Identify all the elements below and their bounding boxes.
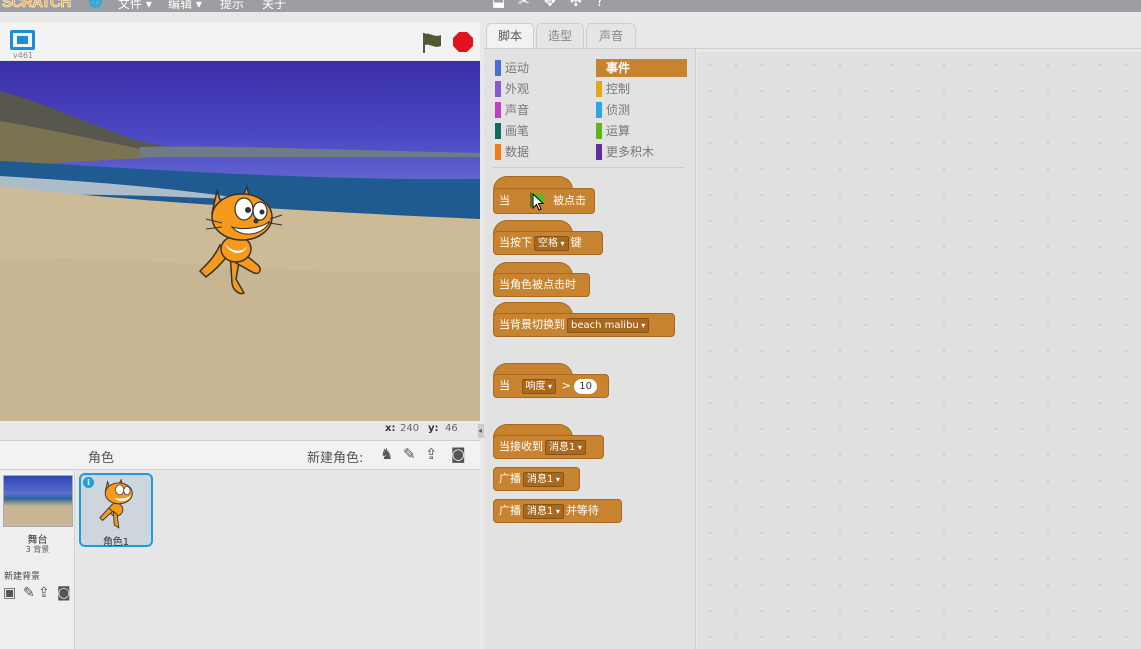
block-text: 广播 bbox=[499, 472, 521, 485]
more-blocks-color-bar bbox=[596, 144, 602, 160]
when-receive-block[interactable]: 当接收到 消息1 bbox=[493, 435, 604, 459]
camera-backdrop-icon[interactable]: ◙ bbox=[57, 585, 71, 601]
tab-sounds[interactable]: 声音 bbox=[586, 23, 636, 49]
block-text: 被点击 bbox=[553, 194, 586, 207]
mouse-cursor-icon bbox=[532, 193, 545, 211]
tab-costumes[interactable]: 造型 bbox=[536, 23, 584, 49]
stamp-icon[interactable]: ⬓ bbox=[492, 0, 505, 10]
y-value: 46 bbox=[445, 423, 458, 434]
when-backdrop-switches-block[interactable]: 当背景切换到 beach malibu bbox=[493, 313, 675, 337]
category-sound[interactable]: 声音 bbox=[495, 101, 585, 119]
mouse-coordinates: x: 240 y: 46 bbox=[360, 423, 480, 438]
scripts-area[interactable] bbox=[697, 52, 1141, 649]
sensing-color-bar bbox=[596, 102, 602, 118]
when-sensor-greater-block[interactable]: 当 响度 > 10 bbox=[493, 374, 609, 398]
menu-tips[interactable]: 提示 bbox=[220, 0, 244, 12]
cat-sprite-thumb bbox=[99, 478, 133, 529]
menu-file[interactable]: 文件 ▾ bbox=[118, 0, 152, 12]
broadcast-message-dropdown[interactable]: 消息1 bbox=[523, 471, 564, 487]
menu-edit[interactable]: 编辑 ▾ bbox=[168, 0, 202, 12]
control-color-bar bbox=[596, 81, 602, 97]
category-more-blocks[interactable]: 更多积木 bbox=[596, 143, 687, 161]
category-data[interactable]: 数据 bbox=[495, 143, 585, 161]
broadcast-block[interactable]: 广播 消息1 bbox=[493, 467, 580, 491]
cut-icon[interactable]: ✂ bbox=[518, 0, 530, 10]
category-control[interactable]: 控制 bbox=[596, 80, 687, 98]
when-sprite-clicked-block[interactable]: 当角色被点击时 bbox=[493, 273, 590, 297]
camera-sprite-icon[interactable]: ◙ bbox=[451, 445, 466, 463]
y-label: y: bbox=[428, 423, 439, 434]
stop-icon[interactable] bbox=[453, 32, 473, 52]
upload-sprite-icon[interactable]: ⇪ bbox=[425, 445, 438, 463]
backdrop-count: 3 背景 bbox=[25, 545, 50, 554]
receive-message-dropdown[interactable]: 消息1 bbox=[545, 439, 586, 455]
globe-icon[interactable]: 🌐 bbox=[88, 0, 103, 8]
fullscreen-icon[interactable] bbox=[10, 30, 35, 50]
sprites-title: 角色 bbox=[88, 451, 115, 466]
block-text: 当角色被点击时 bbox=[499, 278, 576, 291]
threshold-input[interactable]: 10 bbox=[574, 378, 598, 394]
help-icon[interactable]: ? bbox=[596, 0, 603, 10]
block-text: 并等待 bbox=[565, 504, 599, 517]
new-backdrop-label: 新建背景 bbox=[4, 572, 41, 582]
stage-thumbnail[interactable] bbox=[3, 475, 73, 527]
backdrop-dropdown[interactable]: beach malibu bbox=[567, 317, 650, 333]
sprite-library-icon[interactable]: ♞ bbox=[380, 445, 393, 463]
category-sensing[interactable]: 侦测 bbox=[596, 101, 687, 119]
category-looks[interactable]: 外观 bbox=[495, 80, 585, 98]
sensor-dropdown[interactable]: 响度 bbox=[521, 378, 557, 394]
operator-text: > bbox=[561, 379, 571, 392]
broadcast-wait-message-dropdown[interactable]: 消息1 bbox=[523, 503, 564, 519]
block-text: 当按下 bbox=[499, 236, 532, 249]
operators-color-bar bbox=[596, 123, 602, 139]
motion-color-bar bbox=[495, 60, 501, 76]
block-text: 当背景切换到 bbox=[499, 318, 565, 331]
category-separator bbox=[493, 167, 685, 168]
category-events[interactable]: 事件 bbox=[596, 59, 687, 77]
sprite-pane-header: 角色 新建角色: ♞ ✎ ⇪ ◙ bbox=[0, 440, 480, 470]
sprite-name: 角色1 bbox=[102, 537, 130, 548]
stage-header bbox=[0, 22, 480, 60]
cat-sprite[interactable] bbox=[192, 183, 284, 298]
looks-color-bar bbox=[495, 81, 501, 97]
category-motion[interactable]: 运动 bbox=[495, 59, 585, 77]
upload-backdrop-icon[interactable]: ⇪ bbox=[38, 585, 50, 601]
stage-canvas[interactable] bbox=[0, 61, 480, 421]
menu-bar: SCRATCH 🌐 文件 ▾ 编辑 ▾ 提示 关于 ⬓ ✂ ✥ ✣ ? bbox=[0, 0, 1141, 12]
x-value: 240 bbox=[400, 423, 420, 434]
sound-color-bar bbox=[495, 102, 501, 118]
tab-scripts[interactable]: 脚本 bbox=[486, 23, 534, 49]
block-text: 当 bbox=[499, 379, 510, 392]
sprite-thumbnail[interactable]: i 角色1 bbox=[79, 473, 153, 548]
block-text: 当接收到 bbox=[499, 440, 543, 453]
data-color-bar bbox=[495, 144, 501, 160]
key-dropdown[interactable]: 空格 bbox=[534, 235, 569, 251]
category-operators[interactable]: 运算 bbox=[596, 122, 687, 140]
block-text: 广播 bbox=[499, 504, 521, 517]
pen-color-bar bbox=[495, 123, 501, 139]
new-sprite-label: 新建角色: bbox=[307, 451, 364, 466]
menu-about[interactable]: 关于 bbox=[262, 0, 286, 12]
block-text: 当 bbox=[499, 194, 510, 207]
version-label: v461 bbox=[13, 51, 34, 60]
shrink-icon[interactable]: ✣ bbox=[570, 0, 582, 10]
backdrop-library-icon[interactable]: ▣ bbox=[3, 585, 16, 601]
when-key-pressed-block[interactable]: 当按下空格键 bbox=[493, 231, 603, 255]
events-color-bar bbox=[596, 60, 602, 76]
paint-sprite-icon[interactable]: ✎ bbox=[403, 445, 416, 463]
x-label: x: bbox=[385, 423, 396, 434]
paint-backdrop-icon[interactable]: ✎ bbox=[23, 585, 35, 601]
green-flag-icon[interactable] bbox=[420, 31, 444, 55]
grow-icon[interactable]: ✥ bbox=[544, 0, 556, 10]
broadcast-and-wait-block[interactable]: 广播消息1并等待 bbox=[493, 499, 622, 523]
block-text: 键 bbox=[570, 236, 582, 249]
scratch-logo[interactable]: SCRATCH bbox=[2, 0, 72, 11]
category-pen[interactable]: 画笔 bbox=[495, 122, 585, 140]
